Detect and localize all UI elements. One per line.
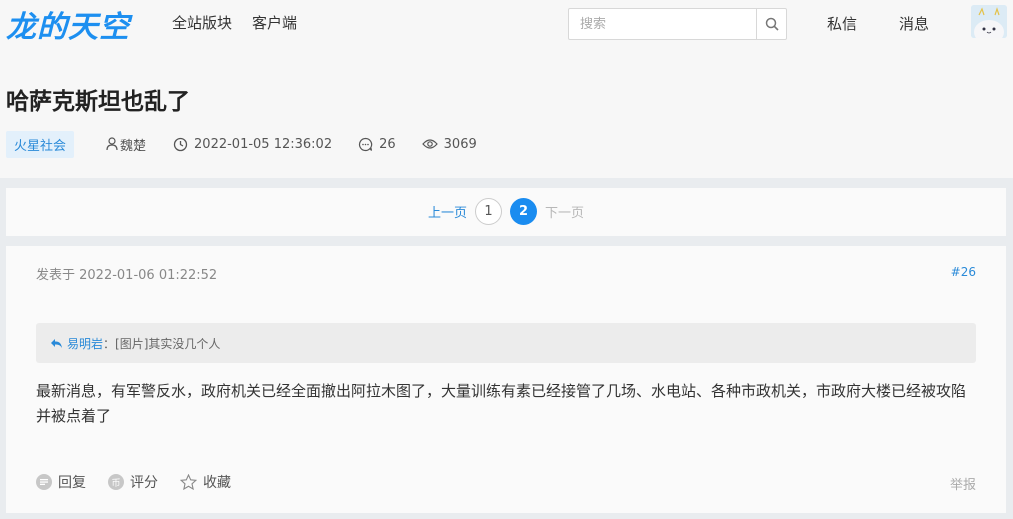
- search-icon: [765, 17, 779, 31]
- category-tag[interactable]: 火星社会: [6, 130, 75, 158]
- post-datetime: 2022-01-05 12:36:02: [194, 136, 333, 152]
- main-nav: 全站版块 客户端: [172, 12, 297, 33]
- post-content: 最新消息，有军警反水，政府机关已经全面撤出阿拉木图了，大量训练有素已经接管了几场…: [36, 382, 967, 425]
- pagination: 上一页 1 2 下一页: [6, 198, 1006, 225]
- clock-icon: [173, 137, 188, 151]
- view-count-value: 3069: [443, 136, 477, 152]
- floor-number[interactable]: #26: [951, 265, 976, 279]
- comment-count-value: 26: [379, 136, 396, 152]
- view-count: 3069: [421, 136, 477, 152]
- reply-label: 回复: [58, 475, 86, 491]
- post-date: 2022-01-05 12:36:02: [173, 137, 332, 152]
- quoted-user[interactable]: 易明岩: [67, 335, 103, 352]
- rate-label: 评分: [130, 475, 158, 491]
- reply-icon: [36, 474, 52, 490]
- next-page-link: 下一页: [545, 206, 585, 221]
- avatar-image: [971, 5, 1007, 38]
- comment-icon: [359, 137, 373, 151]
- favorite-button[interactable]: 收藏: [180, 472, 231, 492]
- search-button[interactable]: [756, 9, 786, 39]
- author-name[interactable]: 魏楚: [120, 135, 146, 154]
- nav-item-boards[interactable]: 全站版块: [172, 12, 232, 33]
- search-input[interactable]: [569, 9, 756, 39]
- comment-count: 26: [358, 137, 396, 152]
- favorite-label: 收藏: [203, 475, 231, 491]
- thread-meta: 火星社会 魏楚 2022-01-05 12:36:02 26 3069: [6, 130, 477, 158]
- nav-item-client[interactable]: 客户端: [252, 12, 297, 33]
- coin-icon: 币: [108, 474, 124, 490]
- eye-icon: [421, 139, 438, 149]
- thread-title: 哈萨克斯坦也乱了: [6, 89, 190, 115]
- reply-button[interactable]: 回复: [36, 472, 86, 492]
- quoted-reply: 易明岩 ：[图片]其实没几个人: [36, 323, 976, 363]
- site-logo[interactable]: 龙的天空: [6, 2, 130, 46]
- user-icon: [106, 137, 118, 151]
- pagination-bar: 上一页 1 2 下一页: [6, 188, 1006, 236]
- page-2-button[interactable]: 2: [510, 198, 537, 225]
- search-box: [568, 8, 787, 40]
- report-link[interactable]: 举报: [950, 474, 976, 493]
- notifications-link[interactable]: 消息: [899, 13, 929, 34]
- reply-arrow-icon: [51, 338, 62, 348]
- rate-button[interactable]: 币 评分: [108, 472, 158, 492]
- page-1-button[interactable]: 1: [475, 198, 502, 225]
- prev-page-link[interactable]: 上一页: [428, 202, 467, 221]
- header-area: 龙的天空 全站版块 客户端 私信 消息 哈萨克斯坦也乱了 火星社会: [0, 0, 1013, 178]
- post-timestamp: 发表于 2022-01-06 01:22:52: [36, 268, 218, 283]
- star-icon: [180, 474, 197, 490]
- quoted-text: ：[图片]其实没几个人: [103, 336, 221, 351]
- reply-post: 发表于 2022-01-06 01:22:52 #26 易明岩 ：[图片]其实没…: [6, 246, 1006, 513]
- private-messages-link[interactable]: 私信: [827, 13, 857, 34]
- author-info: 魏楚: [106, 135, 146, 154]
- post-actions: 回复 币 评分 收藏: [36, 472, 231, 492]
- user-avatar[interactable]: [971, 5, 1007, 38]
